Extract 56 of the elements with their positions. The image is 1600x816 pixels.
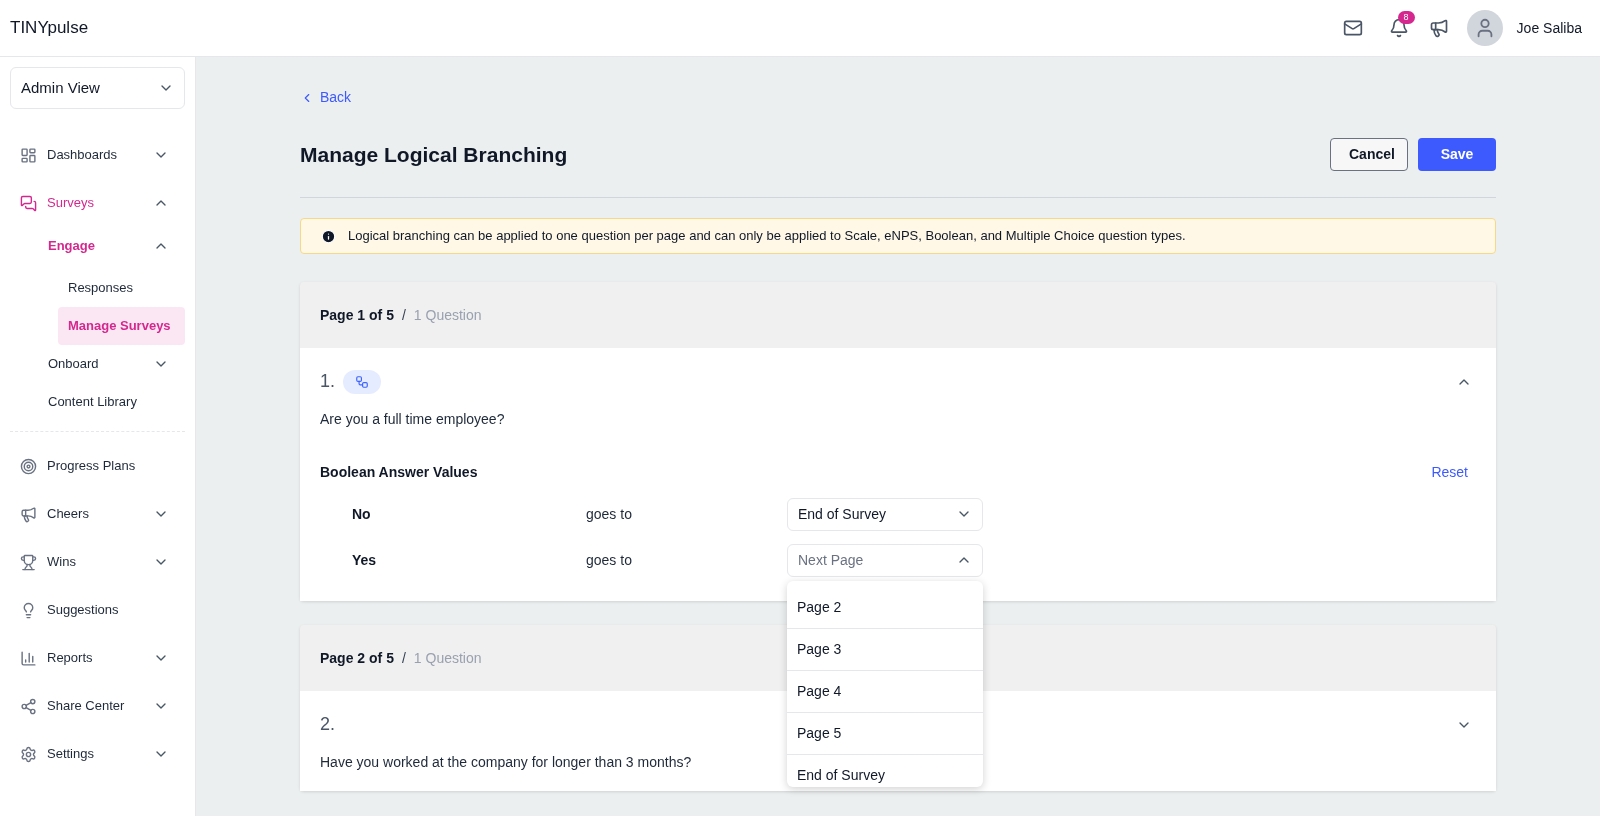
megaphone-icon [20,505,37,523]
question-text: Have you worked at the company for longer than 3 months? [320,753,692,772]
brand-logo[interactable]: TINYpulse [10,15,89,41]
megaphone-icon[interactable] [1428,18,1449,38]
avatar[interactable] [1466,10,1503,46]
goes-to-label: goes to [586,504,633,524]
user-name[interactable]: Joe Saliba [1516,17,1582,39]
sidebar-subitem[interactable]: Responses [58,269,185,307]
save-button[interactable]: Save [1418,138,1496,171]
settings-icon [20,745,37,763]
sidebar-subitem[interactable]: Content Library [48,383,185,421]
mail-icon[interactable] [1342,18,1363,38]
reset-link[interactable]: Reset [1431,462,1468,483]
target-select[interactable]: End of Survey [787,497,983,531]
question-number: 2. [320,713,335,736]
question-count: 1 Question [413,305,482,325]
sidebar-item[interactable]: Suggestions [10,586,185,634]
dropdown-option[interactable]: Page 2 [787,586,983,629]
back-link[interactable]: Back [300,87,352,108]
page-label: Page 2 of 5 [320,648,394,668]
sidebar-subitem[interactable]: Engage [48,227,185,265]
sidebar-subitem[interactable]: Onboard [48,345,185,383]
bell-icon[interactable] [1388,18,1409,38]
values-title: Boolean Answer Values [320,463,478,482]
bar-chart-icon [20,649,37,667]
trophy-icon [20,553,37,571]
sidebar-item[interactable]: Progress Plans [10,442,185,490]
sidebar-item[interactable]: Reports [10,634,185,682]
page-label: Page 1 of 5 [320,305,394,325]
share-icon [20,697,37,715]
question-text: Are you a full time employee? [320,410,505,429]
sidebar-item[interactable]: Wins [10,538,185,586]
sidebar-item[interactable]: Dashboards [10,131,185,179]
separator: / [401,305,406,325]
question-count: 1 Question [413,648,482,668]
sidebar-item[interactable]: Settings [10,730,185,778]
answer-label: No [352,504,372,524]
page-title: Manage Logical Branching [300,141,568,168]
target-icon [20,457,37,475]
sidebar-item[interactable]: Share Center [10,682,185,730]
separator: / [401,648,406,668]
view-select[interactable]: Admin View [10,67,185,109]
goes-to-label: goes to [586,550,633,570]
sidebar-item[interactable]: Cheers [10,490,185,538]
target-select[interactable]: Next Page [787,543,983,577]
info-icon [321,228,336,244]
sidebar-subitem[interactable]: Manage Surveys [58,307,185,345]
question-number: 1. [320,370,335,393]
dashboard-icon [20,146,37,164]
sidebar-item[interactable]: Surveys [10,179,185,227]
info-text: Logical branching can be applied to one question per page and can only be applied to Scale, eNPS, Boolean, and Multiple Choice question types. [348,227,1186,246]
answer-label: Yes [352,550,378,570]
branch-icon [355,374,369,389]
notification-badge: 8 [1397,11,1415,24]
cancel-button[interactable]: Cancel [1330,138,1408,171]
chat-bubbles-icon [20,194,37,212]
